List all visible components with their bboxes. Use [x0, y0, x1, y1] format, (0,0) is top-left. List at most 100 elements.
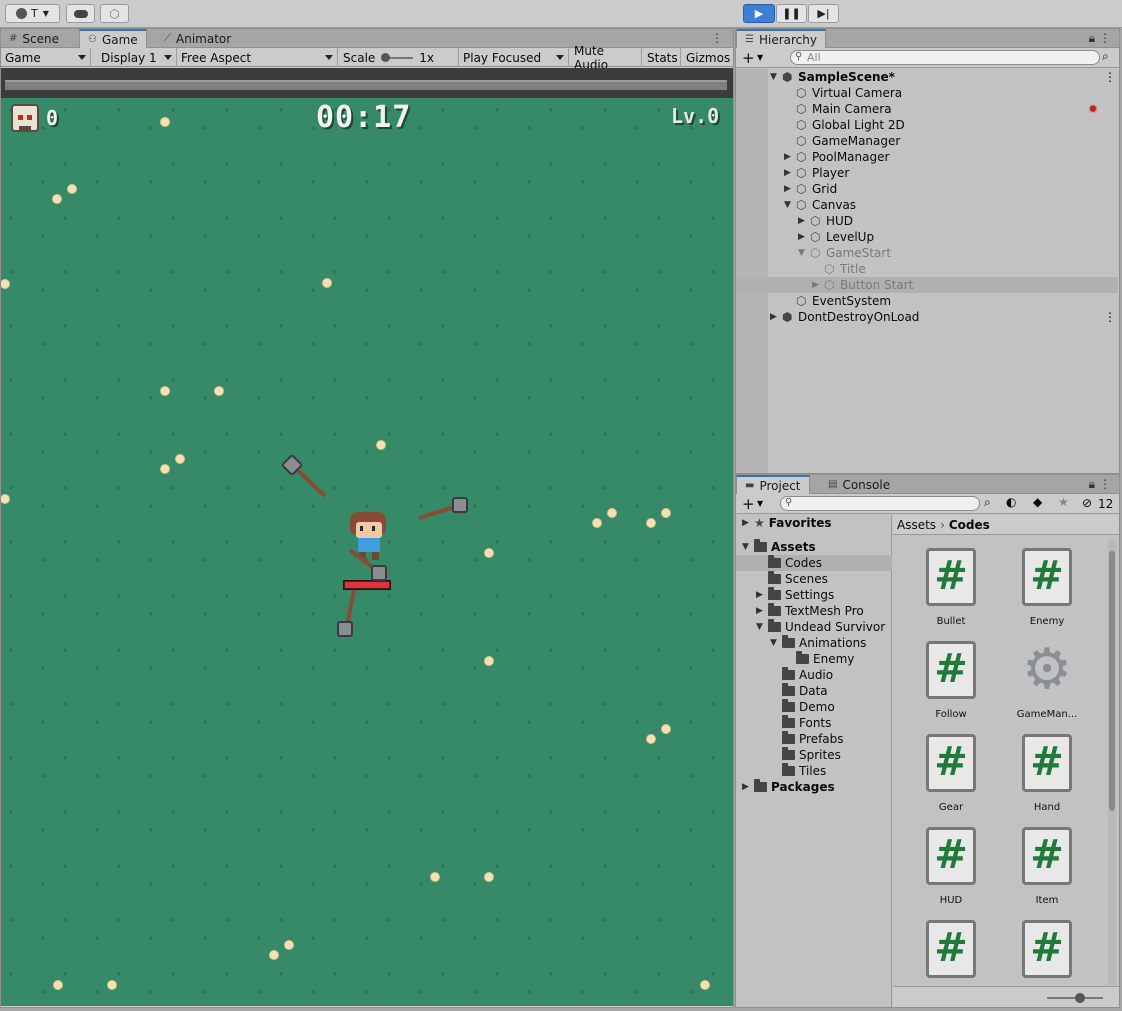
asset-item[interactable]: # Hand [1007, 734, 1087, 824]
hidden-packages-icon[interactable]: ⊘ [1082, 496, 1092, 510]
asset-item[interactable]: # [911, 920, 991, 986]
hierarchy-item[interactable]: ▶ ⬡ Player [736, 165, 1118, 181]
folder-tree-item[interactable]: ▼ Undead Survivor [736, 619, 892, 635]
tab-game[interactable]: ⚇ Game [79, 29, 147, 48]
tab-scene[interactable]: # Scene [1, 29, 67, 48]
collapse-arrow-icon[interactable]: ▶ [812, 280, 819, 290]
chevron-down-icon[interactable]: ▼ [757, 53, 763, 62]
search-options-icon[interactable]: ⌕ [1102, 49, 1109, 64]
hierarchy-item[interactable]: ▶ ⬡ HUD [736, 213, 1118, 229]
collapse-arrow-icon[interactable]: ▶ [784, 168, 791, 178]
warning-icon[interactable]: ✹ [1088, 102, 1098, 116]
folder-tree-item[interactable]: Prefabs [736, 731, 892, 747]
add-button[interactable]: + [742, 495, 755, 513]
hierarchy-item[interactable]: ⬡ EventSystem [736, 293, 1118, 309]
collapse-arrow-icon[interactable]: ▶ [784, 184, 791, 194]
hierarchy-item[interactable]: ⬡ Main Camera ✹ [736, 101, 1118, 117]
kebab-menu-icon[interactable]: ⋮ [1099, 477, 1111, 491]
breadcrumb-codes[interactable]: Codes [949, 518, 990, 532]
expand-arrow-icon[interactable]: ▼ [756, 622, 768, 632]
asset-item[interactable]: # Item [1007, 827, 1087, 917]
hierarchy-item[interactable]: ▶ ⬡ Grid [736, 181, 1118, 197]
hierarchy-item[interactable]: ▼ ⬡ Canvas [736, 197, 1118, 213]
folder-tree-item[interactable]: ▶ TextMesh Pro [736, 603, 892, 619]
step-button[interactable]: ▶| [808, 4, 839, 23]
asset-item[interactable]: # Enemy [1007, 548, 1087, 638]
account-dropdown[interactable]: T ▼ [5, 4, 60, 23]
scrollbar-thumb[interactable] [1109, 551, 1115, 811]
expand-arrow-icon[interactable]: ▼ [784, 200, 791, 210]
folder-tree-item[interactable]: ▼ Assets [736, 539, 892, 555]
tab-hierarchy[interactable]: ☰ Hierarchy [736, 29, 826, 48]
folder-tree-item[interactable]: Enemy [736, 651, 892, 667]
lock-icon[interactable]: 🔒︎ [1089, 31, 1095, 46]
display-mode-dropdown[interactable]: Game [1, 48, 91, 67]
play-mode-dropdown[interactable]: Play Focused [459, 48, 569, 67]
asset-item[interactable]: ⚙ GameMan... [1007, 641, 1087, 731]
tab-console[interactable]: ▤ Console [820, 475, 898, 494]
folder-tree-item[interactable]: Demo [736, 699, 892, 715]
tab-project[interactable]: ▬ Project [736, 475, 810, 494]
folder-tree-item[interactable]: Fonts [736, 715, 892, 731]
search-options-icon[interactable]: ⌕ [984, 495, 991, 510]
collab-button[interactable]: ⬡ [100, 4, 129, 23]
hierarchy-item[interactable]: ▶ ⬡ PoolManager [736, 149, 1118, 165]
expand-arrow-icon[interactable]: ▶ [756, 606, 768, 616]
gizmos-toggle[interactable]: Gizmos [682, 48, 733, 67]
folder-tree-item[interactable]: Data [736, 683, 892, 699]
folder-tree-item[interactable]: Audio [736, 667, 892, 683]
kebab-menu-icon[interactable]: ⋮ [1099, 31, 1111, 45]
kebab-menu-icon[interactable]: ⋮ [1104, 70, 1116, 84]
scale-slider[interactable] [381, 52, 414, 62]
asset-item[interactable]: # [1007, 920, 1087, 986]
hierarchy-item[interactable]: ⬡ Global Light 2D [736, 117, 1118, 133]
expand-arrow-icon[interactable]: ▼ [770, 72, 777, 82]
hierarchy-item[interactable]: ▼ ⬢ SampleScene* ⋮ [736, 69, 1118, 85]
collapse-arrow-icon[interactable]: ▶ [770, 312, 777, 322]
display-dropdown[interactable]: Display 1 [97, 48, 177, 67]
cloud-button[interactable] [66, 4, 95, 23]
expand-arrow-icon[interactable]: ▶ [742, 782, 754, 792]
folder-tree-item[interactable]: ▶ ★ Favorites [736, 515, 892, 531]
game-viewport[interactable]: 0 00:17 Lv.0 [1, 68, 733, 1006]
hierarchy-item[interactable]: ▶ ⬢ DontDestroyOnLoad ⋮ [736, 309, 1118, 325]
expand-arrow-icon[interactable]: ▶ [756, 590, 768, 600]
kebab-menu-icon[interactable]: ⋮ [711, 31, 723, 45]
label-icon[interactable]: ◆ [1033, 495, 1042, 509]
expand-arrow-icon[interactable]: ▼ [742, 542, 754, 552]
expand-arrow-icon[interactable]: ▶ [742, 518, 754, 528]
icon-size-slider-thumb[interactable] [1075, 993, 1085, 1003]
pause-button[interactable]: ❚❚ [776, 4, 807, 23]
collapse-arrow-icon[interactable]: ▶ [784, 152, 791, 162]
asset-item[interactable]: # Follow [911, 641, 991, 731]
asset-item[interactable]: # Gear [911, 734, 991, 824]
chevron-down-icon[interactable]: ▼ [757, 499, 763, 508]
asset-item[interactable]: # HUD [911, 827, 991, 917]
play-button[interactable]: ▶ [743, 4, 775, 23]
folder-tree-item[interactable]: Scenes [736, 571, 892, 587]
mute-audio-toggle[interactable]: Mute Audio [570, 44, 642, 72]
expand-arrow-icon[interactable]: ▼ [770, 638, 782, 648]
hierarchy-item[interactable]: ⬡ GameManager [736, 133, 1118, 149]
stats-toggle[interactable]: Stats [643, 48, 681, 67]
folder-tree-item[interactable]: Tiles [736, 763, 892, 779]
scale-slider-thumb[interactable] [381, 52, 391, 62]
breadcrumb-assets[interactable]: Assets [897, 518, 936, 532]
hierarchy-item[interactable]: ▶ ⬡ Button Start [736, 277, 1118, 293]
hierarchy-item[interactable]: ⬡ Title [736, 261, 1118, 277]
add-button[interactable]: + [742, 49, 755, 67]
lock-icon[interactable]: 🔒︎ [1089, 477, 1095, 492]
asset-item[interactable]: # Bullet [911, 548, 991, 638]
scrollbar[interactable] [1108, 539, 1116, 985]
collapse-arrow-icon[interactable]: ▶ [798, 216, 805, 226]
expand-arrow-icon[interactable]: ▼ [798, 248, 805, 258]
project-search-input[interactable]: ⚲ [780, 496, 980, 511]
hierarchy-item[interactable]: ⬡ Virtual Camera [736, 85, 1118, 101]
folder-tree-item[interactable]: Sprites [736, 747, 892, 763]
folder-tree-item[interactable]: ▶ Packages [736, 779, 892, 795]
tab-animator[interactable]: ⟋ Animator [156, 29, 239, 48]
hierarchy-item[interactable]: ▶ ⬡ LevelUp [736, 229, 1118, 245]
hierarchy-search-input[interactable]: ⚲ All [790, 50, 1100, 65]
aspect-dropdown[interactable]: Free Aspect [177, 48, 338, 67]
star-icon[interactable]: ★ [1058, 495, 1069, 509]
